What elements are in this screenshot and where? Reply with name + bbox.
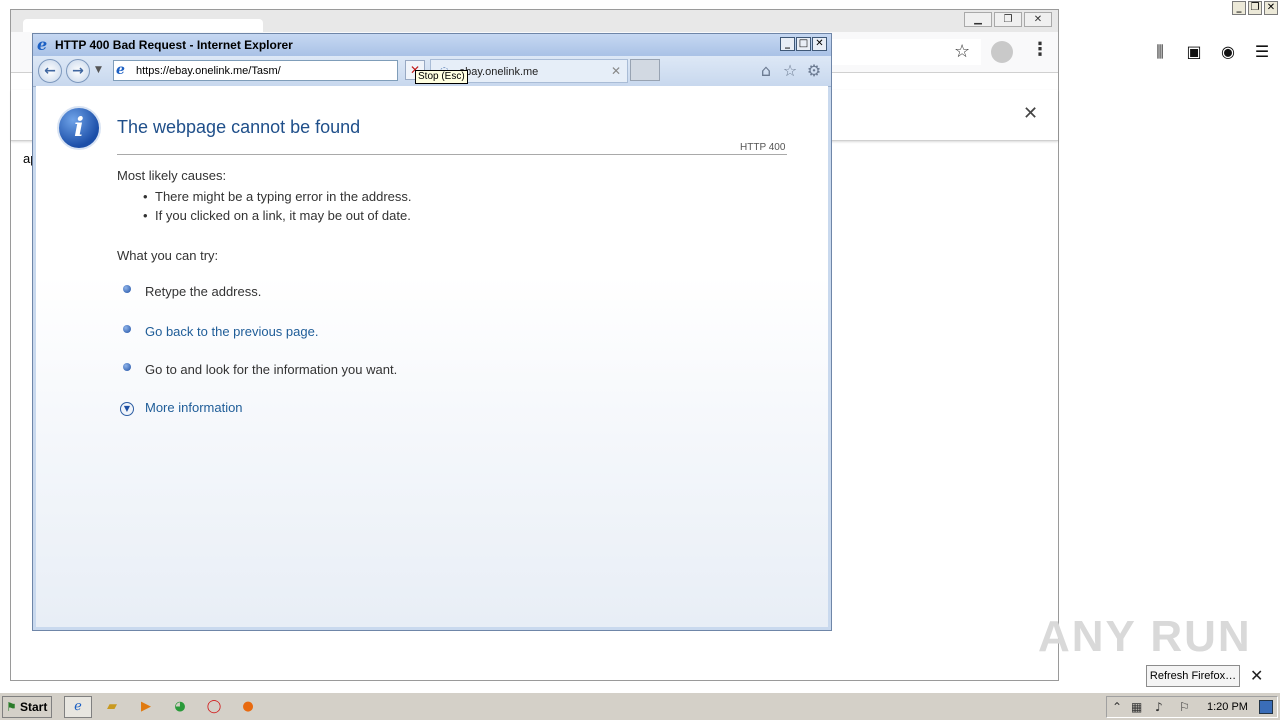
cause-item: • If you clicked on a link, it may be out…: [143, 208, 411, 224]
ie-maximize-button[interactable]: □: [796, 37, 811, 51]
library-icon[interactable]: ⫼: [1150, 42, 1170, 62]
forward-arrow-icon[interactable]: →: [66, 59, 90, 83]
notification-close-icon[interactable]: ✕: [1023, 104, 1038, 124]
history-dropdown-icon[interactable]: ▼: [95, 65, 102, 75]
firefox-toolbar-icons: ⫼ ▣ ◉ ☰: [1150, 42, 1272, 62]
firefox-close-button[interactable]: ✕: [1024, 12, 1052, 27]
stop-tooltip: Stop (Esc): [415, 70, 468, 84]
ie-content: i The webpage cannot be found HTTP 400 M…: [36, 86, 828, 627]
info-icon: i: [57, 106, 101, 150]
blue-bullet-icon: [123, 363, 131, 371]
ie-page-icon: e: [116, 62, 125, 78]
ie-tab-label: ebay.onelink.me: [459, 66, 539, 78]
page-title: The webpage cannot be found: [117, 117, 361, 137]
ie-titlebar: e HTTP 400 Bad Request - Internet Explor…: [33, 34, 831, 56]
firefox-restore-button[interactable]: ❐: [994, 12, 1022, 27]
bullet-icon: •: [143, 208, 148, 223]
network-icon[interactable]: ▦: [1131, 699, 1142, 715]
causes-heading: Most likely causes:: [117, 168, 227, 183]
try-heading: What you can try:: [117, 248, 219, 263]
ie-window: e HTTP 400 Bad Request - Internet Explor…: [32, 33, 832, 631]
anyrun-watermark: ANY RUN: [1038, 612, 1252, 661]
cause-text: There might be a typing error in the add…: [155, 189, 412, 204]
firefox-window-controls: ▁ ❐ ✕: [964, 12, 1052, 27]
back-arrow-icon[interactable]: ←: [38, 59, 62, 83]
ie-minimize-button[interactable]: _: [780, 37, 795, 51]
tray-clock[interactable]: 1:20 PM: [1207, 700, 1248, 714]
cause-item: • There might be a typing error in the ad…: [143, 189, 412, 205]
action-center-flag-icon[interactable]: ⚐: [1179, 699, 1190, 715]
try-item-goto: Go to and look for the information you w…: [145, 362, 398, 377]
account-icon[interactable]: ◉: [1218, 42, 1238, 62]
refresh-close-icon[interactable]: ✕: [1250, 665, 1263, 687]
start-label: Start: [20, 700, 48, 714]
ie-tool-icons: ⌂ ☆ ⚙: [757, 61, 823, 81]
address-bar[interactable]: e https://ebay.onelink.me/Tasm/ ⚲ ▼: [113, 60, 478, 81]
firefox-minimize-button[interactable]: ▁: [964, 12, 992, 27]
more-information-link[interactable]: More information: [145, 400, 243, 416]
taskbar-opera-icon[interactable]: ◯: [200, 696, 228, 718]
ie-window-title: HTTP 400 Bad Request - Internet Explorer: [55, 38, 293, 52]
outer-close-button[interactable]: ✕: [1264, 1, 1278, 15]
tab-close-icon[interactable]: ✕: [611, 63, 621, 79]
taskbar-chrome-icon[interactable]: ◕: [166, 696, 194, 718]
bullet-icon: •: [143, 189, 148, 204]
show-desktop-icon[interactable]: [1259, 700, 1273, 714]
ie-window-controls: _ □ ✕: [780, 37, 827, 51]
tray-expand-icon[interactable]: ⌃: [1112, 699, 1122, 715]
sidebar-icon[interactable]: ▣: [1184, 42, 1204, 62]
refresh-firefox-button[interactable]: Refresh Firefox…: [1146, 665, 1240, 687]
address-input[interactable]: https://ebay.onelink.me/Tasm/: [136, 64, 281, 78]
taskbar: ⚑ Start ℯ ▰ ▶ ◕ ◯ ● ⌃ ▦ ♪ ⚐ 1:20 PM: [0, 692, 1280, 720]
ie-close-button[interactable]: ✕: [812, 37, 827, 51]
home-icon[interactable]: ⌂: [757, 61, 775, 81]
try-item-retype: Retype the address.: [145, 284, 262, 299]
new-tab-button[interactable]: [630, 59, 660, 81]
outer-restore-button[interactable]: ❐: [1248, 1, 1262, 15]
blue-bullet-icon: [123, 285, 131, 293]
outer-window-controls: _ ❐ ✕: [1232, 1, 1278, 15]
cause-text: If you clicked on a link, it may be out …: [155, 208, 411, 223]
favorites-star-icon[interactable]: ☆: [781, 61, 799, 81]
start-button[interactable]: ⚑ Start: [2, 696, 52, 718]
blue-bullet-icon: [123, 325, 131, 333]
ie-logo-icon: e: [37, 35, 48, 54]
taskbar-media-player-icon[interactable]: ▶: [132, 696, 160, 718]
taskbar-firefox-icon[interactable]: ●: [234, 696, 262, 718]
volume-icon[interactable]: ♪: [1155, 699, 1163, 715]
kebab-menu-icon[interactable]: ⋮: [1031, 40, 1049, 60]
taskbar-folder-icon[interactable]: ▰: [98, 696, 126, 718]
ie-toolbar: ← → ▼ e https://ebay.onelink.me/Tasm/ ⚲ …: [33, 56, 831, 87]
taskbar-ie-icon[interactable]: ℯ: [64, 696, 92, 718]
error-code: HTTP 400: [740, 142, 786, 153]
expand-chevron-icon[interactable]: ▼: [120, 402, 134, 416]
profile-avatar-icon[interactable]: [991, 41, 1013, 63]
bookmark-star-icon[interactable]: ☆: [954, 42, 970, 62]
hamburger-menu-icon[interactable]: ☰: [1252, 42, 1272, 62]
title-divider: [117, 154, 787, 155]
outer-minimize-button[interactable]: _: [1232, 1, 1246, 15]
system-tray: ⌃ ▦ ♪ ⚐ 1:20 PM: [1106, 696, 1278, 718]
gear-icon[interactable]: ⚙: [805, 61, 823, 81]
go-back-link[interactable]: Go back to the previous page.: [145, 324, 318, 340]
windows-flag-icon: ⚑: [6, 700, 17, 714]
